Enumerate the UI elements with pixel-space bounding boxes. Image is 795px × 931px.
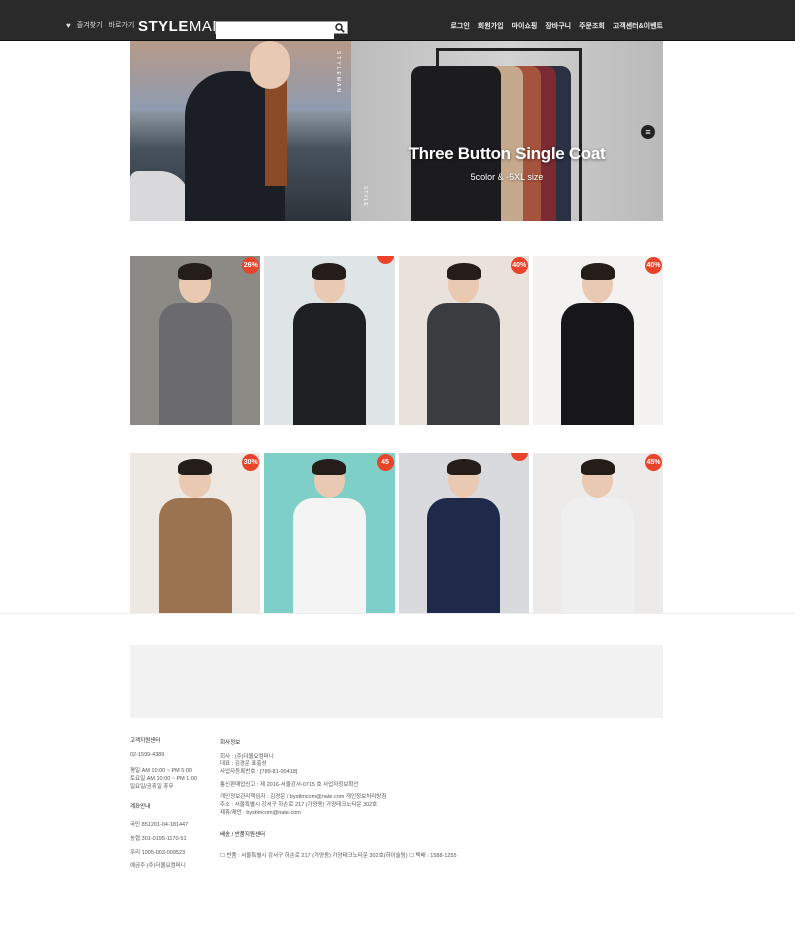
bookmark-link[interactable]: 즐겨찾기: [77, 20, 103, 30]
model-hair: [446, 262, 481, 280]
company-line-7: 제휴/제안 : bystlmcom@nate.com: [220, 809, 301, 816]
model-hair: [312, 459, 347, 476]
bank-3: 우리 1005-003-009523: [130, 849, 186, 856]
hero-title: Three Button Single Coat: [408, 144, 606, 163]
nav-myshop[interactable]: 마이쇼핑: [512, 21, 538, 31]
product-grid-row-2: 30% 45 45%: [130, 453, 663, 613]
discount-badge: 45%: [645, 454, 662, 471]
site-logo[interactable]: STYLEMAN: [138, 18, 224, 35]
model-hair: [580, 262, 615, 280]
search-input[interactable]: [216, 28, 334, 39]
hero-vertical-text-2: STYLE: [362, 186, 368, 207]
model-hair: [446, 459, 481, 476]
cs-hours-1: 평일 AM 10:00 ~ PM 5:00: [130, 768, 192, 775]
bank-2: 농협 301-0195-1170-51: [130, 835, 187, 842]
product-card[interactable]: 30%: [130, 453, 261, 613]
product-card[interactable]: 45: [264, 453, 395, 613]
nav-order[interactable]: 주문조회: [579, 21, 605, 31]
model-figure: [427, 497, 501, 613]
hero-vertical-text: STYLEMAN: [335, 51, 341, 94]
model-hair: [178, 459, 213, 476]
cs-hours-2: 토요일 AM 10:00 ~ PM 1:00: [130, 776, 198, 783]
shortcut-link[interactable]: 바로가기: [109, 20, 135, 30]
top-nav: 로그인 회원가입 마이쇼핑 장바구니 주문조회 고객센터&이벤트: [450, 21, 663, 31]
hero-subtitle: 5color & -5XL size: [470, 172, 544, 182]
footer-banner-placeholder: [130, 645, 663, 718]
footer-cs-column: 고객지원센터 02-1599-4389 평일 AM 10:00 ~ PM 5:0…: [130, 738, 215, 871]
hero-banner[interactable]: STYLEMAN Three Button Single Coat 5color…: [130, 41, 663, 221]
model-figure: [292, 497, 366, 613]
product-card[interactable]: [398, 453, 529, 613]
logo-bold-text: STYLE: [138, 18, 189, 35]
nav-login[interactable]: 로그인: [450, 21, 469, 31]
nav-cs-event[interactable]: 고객센터&이벤트: [613, 21, 663, 31]
search-icon[interactable]: [335, 23, 345, 33]
nav-cart[interactable]: 장바구니: [545, 21, 571, 31]
hero-menu-button[interactable]: ≡: [641, 125, 655, 139]
company-title: 회사정보: [220, 740, 241, 746]
company-line-1: 회사 : (주)더몰요컴퍼니: [220, 753, 274, 760]
discount-badge: 40%: [510, 257, 528, 274]
product-card[interactable]: 40%: [532, 256, 663, 425]
model-figure: [158, 497, 232, 613]
company-line-6: 주소 : 서울특별시 강서구 하손로 217 (가양동) 가양테크노타운 302…: [220, 802, 378, 809]
model-hair: [178, 262, 213, 280]
model-hair: [312, 262, 347, 280]
discount-badge: 45: [376, 454, 394, 471]
footer-company-column: 회사정보 회사 : (주)더몰요컴퍼니 대표 : 김경운 표홍성 사업자등록번호…: [220, 738, 660, 861]
cs-title: 고객지원센터: [130, 738, 161, 744]
company-line-5[interactable]: 개인정보관리책임자 : 김경운 / bystlmcom@nate.com 개인정…: [220, 794, 660, 802]
section-divider: [0, 613, 795, 614]
product-card[interactable]: 45%: [532, 453, 663, 613]
top-utility-links: ♥ 즐겨찾기 바로가기: [66, 20, 134, 30]
product-grid-row-1: 26% 40% 40%: [130, 256, 663, 425]
hero-coat-photo: Three Button Single Coat 5color & -5XL s…: [351, 41, 663, 221]
bank-title: 계좌안내: [130, 804, 151, 811]
bank-holder: 예금주 (주)더몰요컴퍼니: [130, 863, 186, 870]
bank-1: 국민 851201-04-181447: [130, 822, 189, 829]
search-box: [215, 21, 348, 39]
company-line-4[interactable]: 통신판매업신고 : 제 2016-서울강서-0715 호 사업자정보확인: [220, 782, 660, 790]
product-card[interactable]: 40%: [398, 256, 529, 425]
model-figure: [561, 303, 635, 425]
bookmark-icon: ♥: [66, 20, 71, 30]
cs-hours-3: 일요일/공휴일 휴무: [130, 783, 174, 790]
cs-phone: 02-1599-4389: [130, 751, 165, 758]
top-bar: ♥ 즐겨찾기 바로가기 STYLEMAN 로그인 회원가입 마이쇼핑 장바구니 …: [0, 0, 795, 41]
company-line-3: 사업자등록번호 : [789-81-00418]: [220, 769, 298, 776]
product-card[interactable]: [264, 256, 395, 425]
model-figure: [158, 303, 232, 425]
nav-join[interactable]: 회원가입: [478, 21, 504, 31]
discount-badge: 40%: [645, 257, 662, 274]
return-line: ☐ 반품 : 서울특별시 강서구 하손로 217 (가양동) 가양테크노타운 3…: [220, 853, 457, 860]
model-figure: [427, 303, 501, 425]
model-hair: [580, 459, 615, 476]
hero-model-photo: [130, 41, 351, 221]
model-figure: [292, 303, 366, 425]
return-title: 배송 / 반품지원센터: [220, 831, 266, 838]
product-card[interactable]: 26%: [130, 256, 261, 425]
company-line-2: 대표 : 김경운 표홍성: [220, 761, 267, 768]
model-figure: [561, 497, 635, 613]
